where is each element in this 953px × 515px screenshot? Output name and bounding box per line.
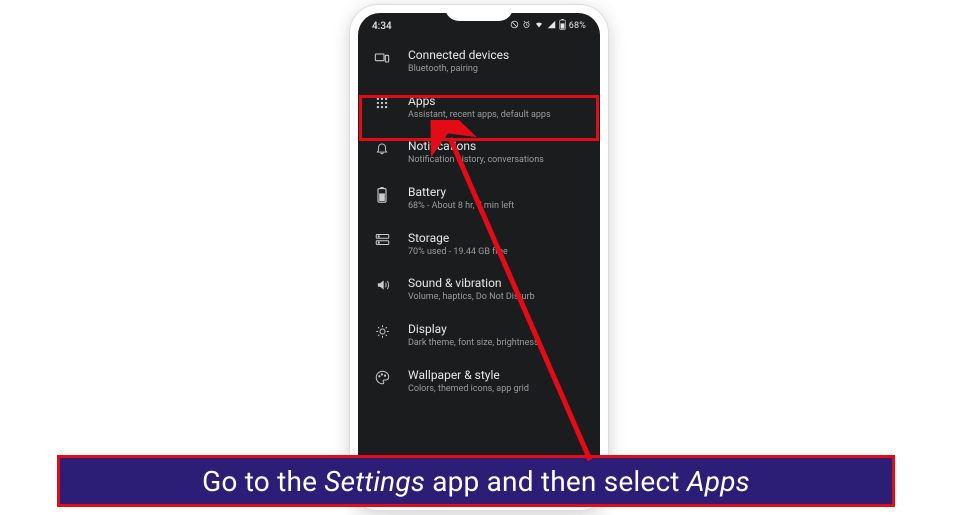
item-title: Storage — [408, 231, 586, 246]
alarm-icon — [522, 20, 531, 32]
battery-percent: 68% — [569, 21, 586, 31]
item-title: Notifications — [408, 139, 586, 154]
item-subtitle: Dark theme, font size, brightness — [408, 338, 586, 350]
phone-notch — [445, 5, 513, 21]
devices-icon — [374, 50, 390, 66]
item-title: Connected devices — [408, 48, 586, 63]
battery-icon — [559, 19, 566, 33]
instruction-banner: Go to the Settings app and then select A… — [57, 455, 895, 507]
item-title: Display — [408, 322, 586, 337]
palette-icon — [375, 370, 390, 385]
item-subtitle: Bluetooth, pairing — [408, 64, 586, 76]
dnd-icon — [510, 20, 519, 32]
settings-item-apps[interactable]: Apps Assistant, recent apps, default app… — [358, 85, 600, 131]
settings-list[interactable]: Connected devices Bluetooth, pairing App… — [358, 35, 600, 405]
brightness-icon — [375, 324, 390, 339]
settings-item-notifications[interactable]: Notifications Notification history, conv… — [358, 130, 600, 176]
item-subtitle: Colors, themed icons, app grid — [408, 384, 586, 396]
item-subtitle: Assistant, recent apps, default apps — [408, 110, 586, 122]
item-title: Sound & vibration — [408, 276, 586, 291]
item-subtitle: 68% - About 8 hr, 7 min left — [408, 201, 586, 213]
settings-item-display[interactable]: Display Dark theme, font size, brightnes… — [358, 313, 600, 359]
item-subtitle: 70% used - 19.44 GB free — [408, 247, 586, 259]
status-indicators: 68% — [510, 19, 586, 33]
bell-icon — [375, 141, 389, 155]
settings-item-sound[interactable]: Sound & vibration Volume, haptics, Do No… — [358, 267, 600, 313]
item-subtitle: Notification history, conversations — [408, 155, 586, 167]
settings-item-wallpaper[interactable]: Wallpaper & style Colors, themed icons, … — [358, 359, 600, 405]
item-subtitle: Volume, haptics, Do Not Disturb — [408, 292, 586, 304]
settings-item-connected-devices[interactable]: Connected devices Bluetooth, pairing — [358, 39, 600, 85]
storage-icon — [375, 233, 390, 246]
sound-icon — [375, 278, 390, 292]
settings-item-storage[interactable]: Storage 70% used - 19.44 GB free — [358, 222, 600, 268]
item-title: Apps — [408, 94, 586, 109]
wifi-icon — [534, 20, 544, 32]
battery-icon — [377, 187, 387, 203]
settings-item-battery[interactable]: Battery 68% - About 8 hr, 7 min left — [358, 176, 600, 222]
item-title: Battery — [408, 185, 586, 200]
status-time: 4:34 — [372, 21, 392, 32]
phone-screen: 4:34 68% Connected devices Bluetooth, pa… — [358, 13, 600, 502]
instruction-text: Go to the Settings app and then select A… — [202, 465, 750, 498]
item-title: Wallpaper & style — [408, 368, 586, 383]
signal-icon — [547, 20, 556, 32]
phone-frame: 4:34 68% Connected devices Bluetooth, pa… — [350, 5, 608, 510]
apps-grid-icon — [375, 96, 389, 110]
